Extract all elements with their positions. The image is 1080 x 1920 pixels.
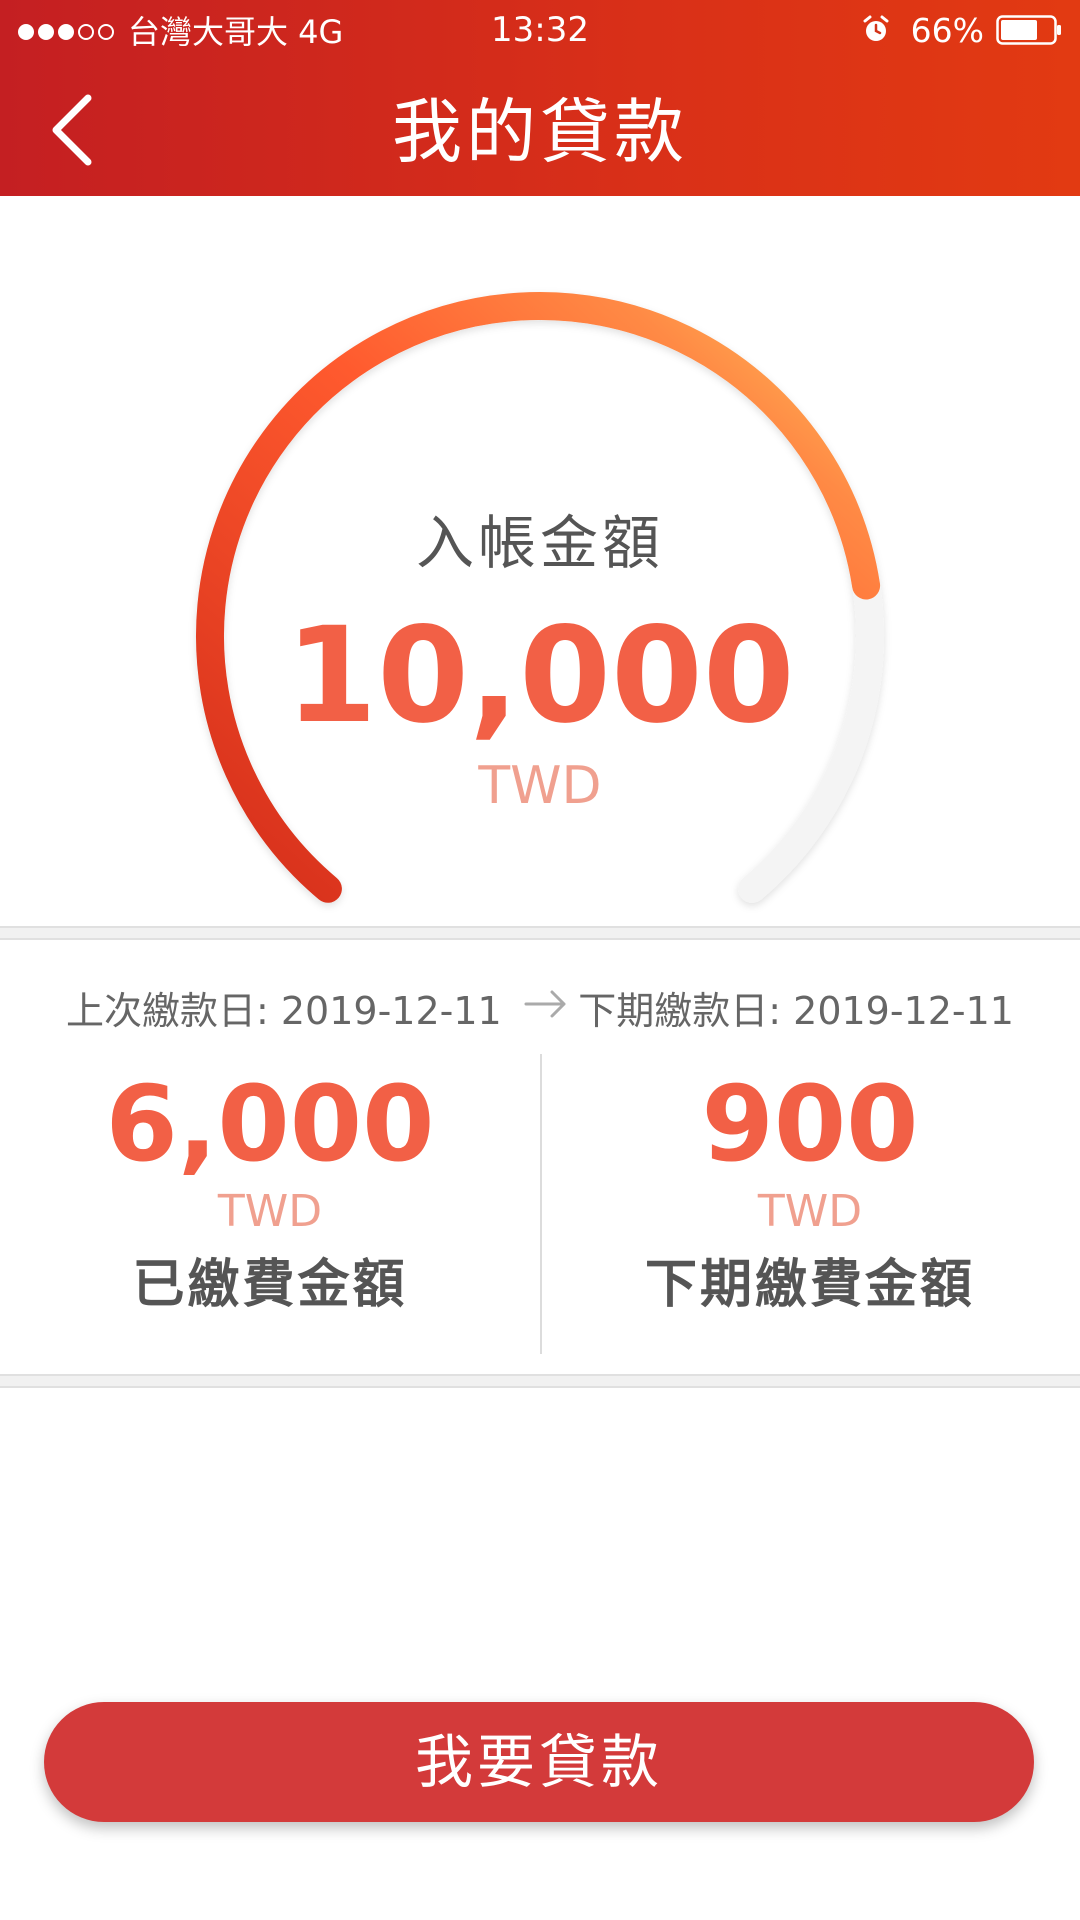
section-divider-bottom	[0, 1374, 1080, 1388]
page-title: 我的貸款	[392, 91, 688, 173]
next-amount-block: 900 TWD 下期繳費金額	[540, 1064, 1080, 1320]
last-payment-date: 上次繳款日: 2019-12-11	[66, 989, 502, 1033]
next-label: 下期繳費金額	[644, 1255, 975, 1315]
next-payment-date: 下期繳款日: 2019-12-11	[578, 989, 1014, 1033]
nav-bar: 我的貸款	[0, 62, 1080, 196]
gauge-amount: 10,000	[285, 599, 795, 753]
alarm-icon	[863, 15, 889, 41]
next-amount: 900	[701, 1063, 919, 1185]
status-bar: 台灣大哥大 4G 13:32 66%	[0, 0, 1080, 62]
gauge-currency: TWD	[478, 756, 602, 816]
section-divider	[0, 926, 1080, 940]
battery-icon	[996, 15, 1061, 45]
status-right: 66%	[861, 10, 1062, 50]
paid-amount-block: 6,000 TWD 已繳費金額	[0, 1064, 540, 1320]
arrow-right-icon	[524, 990, 566, 1018]
app-screen: 台灣大哥大 4G 13:32 66% 我的貸款 入帳金額 10,000 TWD …	[0, 0, 1080, 1920]
paid-currency: TWD	[217, 1186, 323, 1237]
payment-dates: 上次繳款日: 2019-12-11 下期繳款日: 2019-12-11	[0, 980, 1080, 1033]
next-currency: TWD	[757, 1186, 863, 1237]
paid-label: 已繳費金額	[132, 1255, 408, 1315]
battery-percent: 66%	[910, 10, 984, 50]
paid-amount: 6,000	[105, 1063, 435, 1185]
payment-summary: 上次繳款日: 2019-12-11 下期繳款日: 2019-12-11 6,00…	[0, 944, 1080, 1374]
gauge-label: 入帳金額	[415, 509, 664, 577]
app-header: 台灣大哥大 4G 13:32 66% 我的貸款	[0, 0, 1080, 196]
apply-loan-button[interactable]: 我要貸款	[44, 1702, 1034, 1822]
loan-gauge: 入帳金額 10,000 TWD	[0, 196, 1080, 926]
